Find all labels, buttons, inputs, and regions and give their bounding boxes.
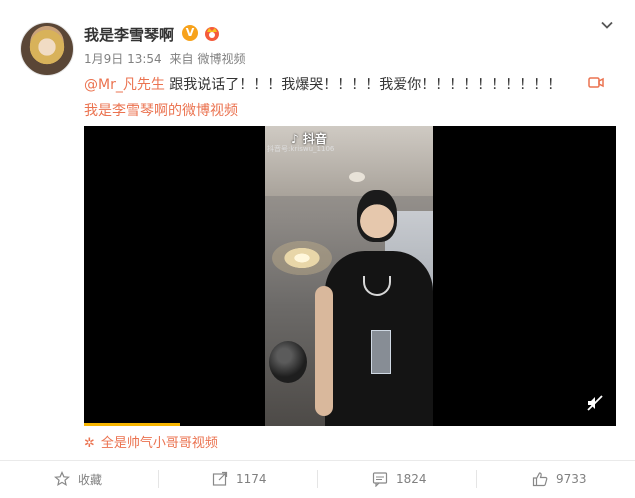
- video-camera-icon[interactable]: [588, 76, 604, 89]
- repost-icon: [212, 471, 228, 486]
- comment-button[interactable]: 1824: [372, 468, 427, 490]
- video-player[interactable]: ♪ 抖音 抖音号:kriswu_1106: [84, 126, 616, 426]
- video-progress-bar[interactable]: [84, 423, 180, 426]
- action-separator: [476, 470, 477, 488]
- chandelier: [267, 238, 337, 278]
- person-head: [357, 190, 397, 242]
- avatar[interactable]: [20, 22, 74, 76]
- post-source[interactable]: 微博视频: [198, 52, 246, 66]
- divider: [0, 460, 635, 461]
- comment-count: 1824: [396, 472, 427, 486]
- post-text: @Mr_凡先生 跟我说话了！！！我爆哭！！！！我爱你！！！！！！！！！！: [84, 74, 561, 94]
- avatar-image: [29, 29, 65, 69]
- like-button[interactable]: 9733: [532, 468, 587, 490]
- post-date[interactable]: 1月9日 13:54: [84, 52, 162, 66]
- star-icon: [54, 471, 70, 487]
- post-meta: 1月9日 13:54 来自 微博视频: [84, 50, 246, 67]
- like-count: 9733: [556, 472, 587, 486]
- comment-icon: [372, 472, 388, 487]
- mute-icon[interactable]: [586, 394, 604, 412]
- topic-label[interactable]: 全是帅气小哥哥视频: [101, 436, 218, 451]
- person-arm: [315, 286, 333, 416]
- favorite-button[interactable]: 收藏: [54, 468, 102, 490]
- video-frame: ♪ 抖音 抖音号:kriswu_1106: [265, 126, 433, 426]
- tiktok-id-watermark: 抖音号:kriswu_1106: [267, 145, 335, 153]
- member-crown-icon[interactable]: [203, 24, 221, 42]
- flower-icon: ✲: [84, 436, 95, 451]
- glass: [371, 330, 391, 374]
- topic-link[interactable]: ✲ 全是帅气小哥哥视频: [84, 432, 218, 451]
- source-prefix: 来自: [169, 52, 194, 66]
- thumbs-up-icon: [532, 472, 548, 487]
- post-body: 跟我说话了！！！我爆哭！！！！我爱你！！！！！！！！！！: [164, 77, 562, 93]
- video-source-link[interactable]: 我是李雪琴啊的微博视频: [84, 100, 238, 120]
- vase: [269, 341, 307, 383]
- mention-link[interactable]: @Mr_凡先生: [84, 77, 165, 93]
- ceiling-lamp: [349, 172, 365, 182]
- repost-button[interactable]: 1174: [212, 468, 267, 490]
- chevron-down-icon[interactable]: [600, 18, 614, 32]
- verified-badge-icon: V: [182, 25, 198, 41]
- repost-count: 1174: [236, 472, 267, 486]
- username[interactable]: 我是李雪琴啊: [84, 24, 174, 45]
- action-separator: [317, 470, 318, 488]
- favorite-label: 收藏: [78, 472, 103, 487]
- action-separator: [158, 470, 159, 488]
